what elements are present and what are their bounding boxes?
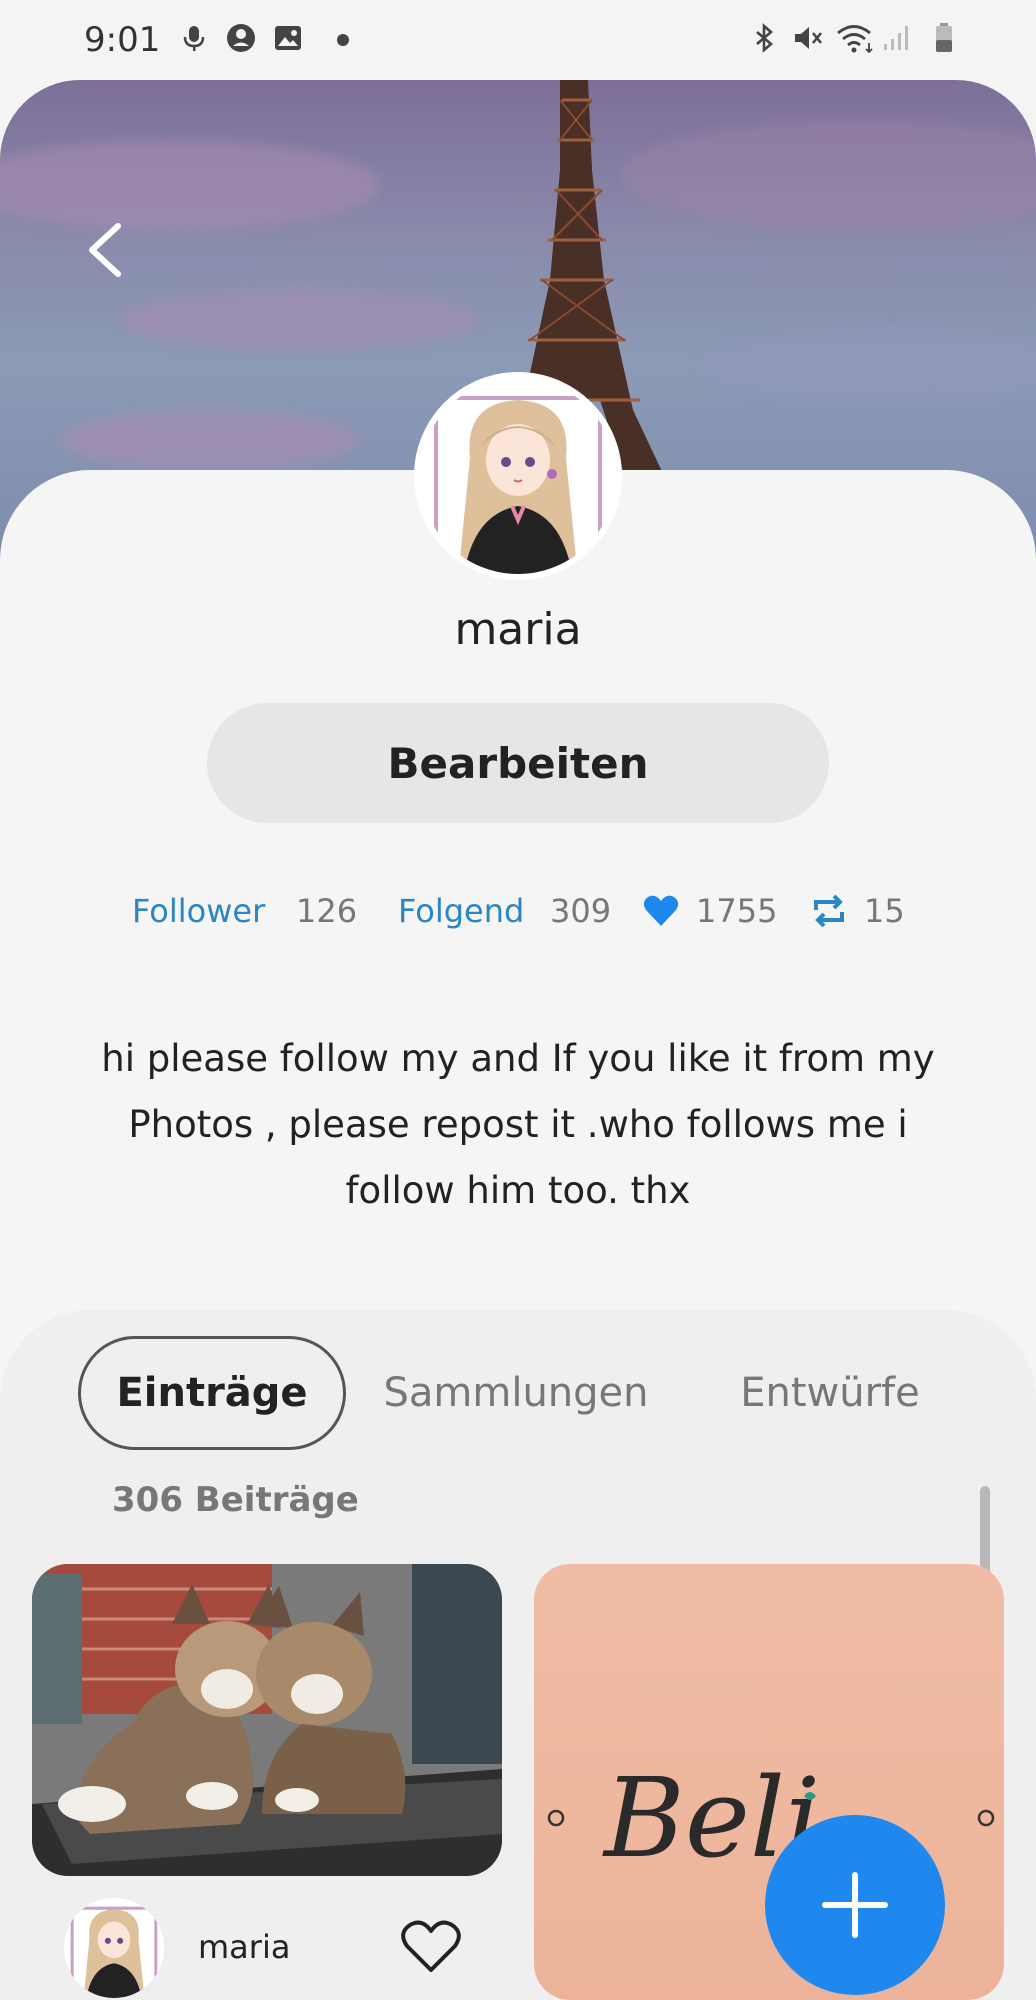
battery-icon <box>936 23 952 52</box>
following-link[interactable]: Folgend <box>398 892 524 930</box>
likes-count: 1755 <box>696 892 778 930</box>
follower-count: 126 <box>296 892 358 930</box>
bluetooth-icon <box>756 23 773 53</box>
post-card[interactable] <box>32 1564 502 1876</box>
tab-entries[interactable]: Einträge <box>78 1336 346 1450</box>
status-bar: 9:01 <box>0 0 1036 80</box>
mic-icon <box>183 26 205 51</box>
image-icon <box>275 26 301 50</box>
follower-link[interactable]: Follower <box>132 892 265 930</box>
profile-stats: Follower 126 Folgend 309 1755 15 <box>0 884 1036 936</box>
heart-icon <box>643 895 679 926</box>
anime-girl-avatar-icon <box>64 1898 164 1998</box>
following-count: 309 <box>550 892 612 930</box>
notification-dot <box>337 34 349 46</box>
like-button[interactable] <box>400 1918 462 1976</box>
post-author-avatar[interactable] <box>64 1898 164 1998</box>
tab-drafts[interactable]: Entwürfe <box>712 1336 948 1450</box>
face-icon <box>227 24 255 52</box>
post-count: 306 Beiträge <box>112 1480 359 1520</box>
avatar[interactable] <box>414 372 622 580</box>
create-post-fab[interactable] <box>765 1815 945 1995</box>
profile-bio: hi please follow my and If you like it f… <box>101 1037 935 1212</box>
back-button[interactable] <box>80 220 130 280</box>
mute-icon <box>795 27 822 49</box>
repost-icon <box>814 894 844 928</box>
signal-icon <box>884 26 908 50</box>
edit-profile-button[interactable]: Bearbeiten <box>207 703 829 823</box>
anime-girl-avatar-icon <box>420 378 616 574</box>
wifi-icon <box>837 25 873 54</box>
profile-username: maria <box>454 604 582 655</box>
tab-collections[interactable]: Sammlungen <box>378 1336 654 1450</box>
status-time: 9:01 <box>84 20 161 60</box>
two-cats-photo <box>32 1564 502 1876</box>
post-author-name[interactable]: maria <box>198 1928 290 1966</box>
reposts-count: 15 <box>864 892 905 930</box>
plus-icon <box>822 1872 888 1938</box>
